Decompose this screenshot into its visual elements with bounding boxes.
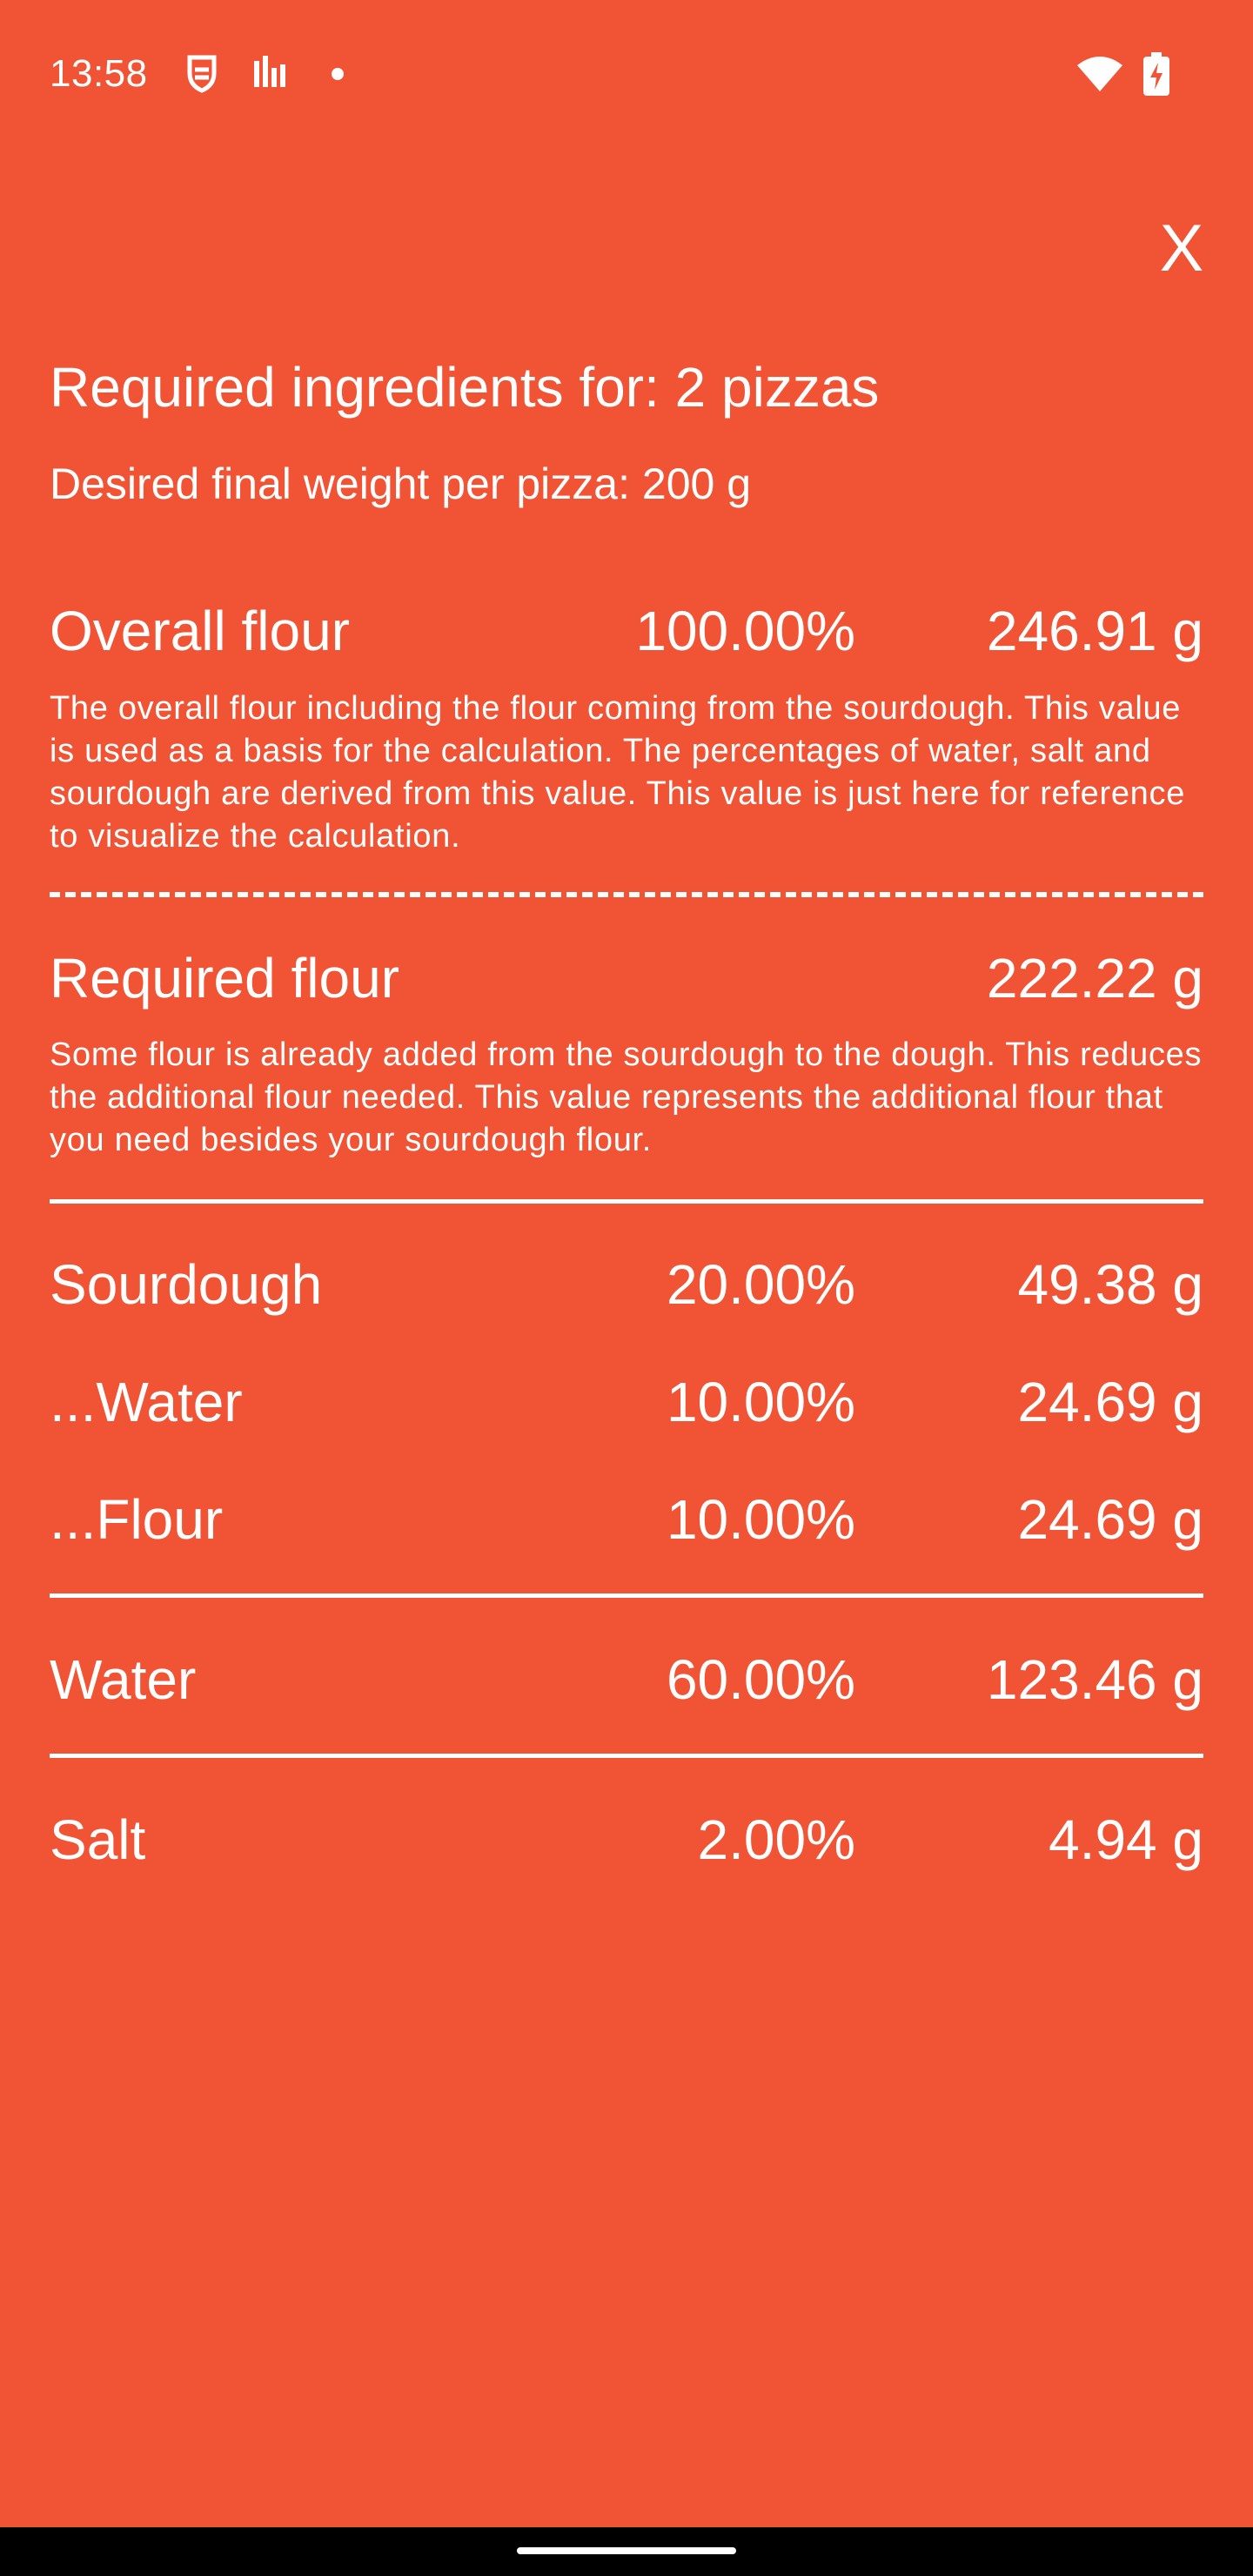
sourdough-percent: 20.00% [666,1253,855,1316]
salt-amount: 4.94 g [1049,1808,1203,1871]
sourdough-water-label: ...Water [50,1371,243,1433]
shield-icon [184,52,219,96]
battery-icon [1143,52,1169,96]
overall-flour-label: Overall flour [50,600,350,662]
sourdough-flour-row: ...Flour 10.00% 24.69 g [50,1476,1203,1563]
overall-flour-percent: 100.00% [635,600,855,662]
salt-label: Salt [50,1808,146,1871]
signal-bars-icon [252,52,291,96]
wifi-icon [1075,52,1124,96]
water-amount: 123.46 g [986,1648,1203,1711]
salt-percent: 2.00% [697,1808,855,1871]
sourdough-water-percent: 10.00% [666,1371,855,1433]
divider [50,1199,1203,1204]
required-flour-amount: 222.22 g [986,947,1203,1010]
sourdough-label: Sourdough [50,1253,323,1316]
status-time: 13:58 [50,52,148,95]
overall-flour-row: Overall flour 100.00% 246.91 g [50,587,1203,674]
sourdough-amount: 49.38 g [1017,1253,1203,1316]
salt-row: Salt 2.00% 4.94 g [50,1796,1203,1883]
divider [50,1754,1203,1758]
sourdough-flour-percent: 10.00% [666,1488,855,1551]
required-flour-description: Some flour is already added from the sou… [50,1036,1203,1158]
dashed-divider [50,892,1203,897]
sourdough-water-row: ...Water 10.00% 24.69 g [50,1358,1203,1446]
sourdough-water-amount: 24.69 g [1017,1371,1203,1433]
water-percent: 60.00% [666,1648,855,1711]
page-title: Required ingredients for: 2 pizzas [50,356,880,419]
divider [50,1593,1203,1598]
water-label: Water [50,1648,197,1711]
required-flour-row: Required flour 222.22 g [50,935,1203,1022]
dot-icon [331,52,345,96]
desired-weight-text: Desired final weight per pizza: 200 g [50,460,752,508]
sourdough-row: Sourdough 20.00% 49.38 g [50,1241,1203,1328]
sourdough-flour-amount: 24.69 g [1017,1488,1203,1551]
water-row: Water 60.00% 123.46 g [50,1636,1203,1723]
home-gesture-handle[interactable] [517,2547,736,2554]
status-bar: 13:58 [0,0,1253,148]
close-button[interactable]: X [1147,205,1216,292]
sourdough-flour-label: ...Flour [50,1488,224,1551]
ingredients-screen: 13:58 X Required ingredients for: 2 pizz… [0,0,1253,2576]
overall-flour-description: The overall flour including the flour co… [50,690,1186,855]
required-flour-label: Required flour [50,947,399,1010]
overall-flour-amount: 246.91 g [986,600,1203,662]
